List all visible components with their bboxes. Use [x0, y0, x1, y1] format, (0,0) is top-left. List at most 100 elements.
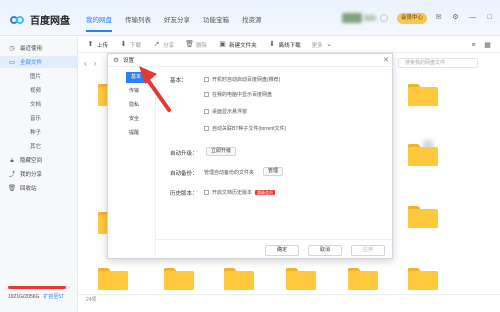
close-icon[interactable]: ✕: [383, 56, 389, 64]
settings-tab-transfer[interactable]: 传输: [124, 86, 154, 97]
folder-item[interactable]: [98, 268, 128, 290]
maximize-icon[interactable]: □: [485, 13, 494, 22]
username-blurred[interactable]: [364, 15, 376, 21]
folder-icon: ▭: [8, 58, 16, 66]
baidu-netdisk-window: 百度网盘 我的网盘 传输列表 好友分享 功能宝箱 找资源 会员中心 ✉ ⚙ — …: [0, 0, 500, 312]
mail-icon[interactable]: ✉: [434, 13, 443, 22]
sidebar-item-recycle-bin[interactable]: 🗑︎ 回收站: [0, 182, 78, 194]
sidebar-item-music[interactable]: 音乐: [0, 112, 78, 124]
sidebar-item-my-share[interactable]: ⤴ 我的分享: [0, 168, 78, 180]
item-count: 24项: [86, 297, 97, 303]
sidebar-item-label: 回收站: [20, 186, 37, 192]
more-button[interactable]: 更多 ⌄: [312, 40, 334, 49]
settings-icon[interactable]: ⚙: [451, 13, 460, 22]
option-floating-window[interactable]: 桌面显示悬浮窗: [204, 108, 247, 115]
expand-storage-link[interactable]: 扩容至5T: [43, 294, 64, 300]
new-folder-button[interactable]: ▣ 新建文件夹: [218, 40, 256, 49]
upload-label: 上传: [97, 42, 109, 49]
sort-icon[interactable]: ≡: [469, 41, 478, 50]
sidebar-item-label: 音乐: [30, 116, 42, 122]
folder-item[interactable]: [408, 144, 438, 166]
tab-transfer-list[interactable]: 传输列表: [125, 14, 151, 24]
main-nav: 我的网盘 传输列表 好友分享 功能宝箱 找资源: [86, 14, 262, 24]
sidebar-item-other[interactable]: 其它: [0, 140, 78, 152]
back-arrow-icon[interactable]: ‹: [84, 59, 87, 68]
option-history-version[interactable]: 开启文档历史版本 超级会员: [204, 189, 276, 196]
avatar[interactable]: [342, 13, 362, 23]
manage-backup-button[interactable]: 管理: [263, 167, 284, 176]
share-button[interactable]: ↗ 分享: [152, 40, 174, 49]
cancel-button[interactable]: 取消: [308, 245, 342, 256]
dialog-header: ⚙ 设置 ✕: [108, 54, 394, 67]
delete-button[interactable]: 🗑︎ 删除: [185, 40, 207, 49]
history-nav: ‹ ›: [84, 59, 96, 68]
settings-content: 基本： 开机时自动启动百度网盘(推荐) 在我的电脑中显示百度网盘 桌面显示悬浮窗…: [166, 70, 390, 240]
folder-item[interactable]: [164, 268, 194, 290]
share-icon: ⤴: [8, 170, 16, 178]
sidebar-item-images[interactable]: 图片: [0, 70, 78, 82]
checkbox[interactable]: [204, 126, 209, 131]
apply-button[interactable]: 应用: [351, 245, 385, 256]
chevron-down-icon: ⌄: [326, 41, 333, 48]
storage-usage-text: 1921G/2056G: [8, 294, 40, 300]
view-controls: ≡ ▦: [469, 41, 492, 50]
option-label: 桌面显示悬浮窗: [212, 109, 248, 115]
tab-friend-share[interactable]: 好友分享: [164, 14, 190, 24]
sidebar-item-docs[interactable]: 文档: [0, 98, 78, 110]
trash-icon: 🗑︎: [7, 184, 17, 192]
checkbox[interactable]: [204, 92, 209, 97]
sidebar-item-torrents[interactable]: 种子: [0, 126, 78, 138]
sidebar-item-label: 其它: [30, 144, 42, 150]
checkbox[interactable]: [204, 77, 209, 82]
history-version-title: 历史版本：: [170, 191, 198, 197]
search-input[interactable]: 搜索我的网盘文件: [398, 58, 478, 68]
ok-button[interactable]: 确定: [265, 245, 299, 256]
app-logo: 百度网盘: [10, 12, 70, 27]
tab-find-resources[interactable]: 找资源: [242, 14, 262, 24]
download-button[interactable]: ⬇ 下载: [119, 40, 141, 49]
settings-tab-privacy[interactable]: 隐私: [124, 100, 154, 111]
upload-button[interactable]: ⬆ 上传: [86, 40, 108, 49]
upgrade-now-button[interactable]: 立即升级: [206, 147, 237, 156]
forward-arrow-icon[interactable]: ›: [94, 59, 97, 68]
more-label: 更多: [311, 42, 323, 49]
sidebar-item-label: 文档: [30, 102, 42, 108]
vip-badge-icon[interactable]: [380, 14, 388, 22]
option-show-in-my-computer[interactable]: 在我的电脑中显示百度网盘: [204, 91, 272, 98]
grid-view-icon[interactable]: ▦: [483, 41, 492, 50]
tab-toolbox[interactable]: 功能宝箱: [203, 14, 229, 24]
sidebar-item-label: 视频: [30, 88, 42, 94]
settings-nav: 基本 传输 隐私 安全 提醒: [112, 70, 156, 256]
sidebar-item-videos[interactable]: 视频: [0, 84, 78, 96]
new-folder-icon: ▣: [219, 41, 226, 48]
folder-item[interactable]: [408, 206, 438, 228]
member-center-button[interactable]: 会员中心: [397, 13, 427, 24]
option-label: 在我的电脑中显示百度网盘: [212, 92, 273, 98]
option-bt-association[interactable]: 自动关联BT种子文件(torrent文件): [204, 125, 286, 132]
settings-dialog: ⚙ 设置 ✕ 基本 传输 隐私 安全 提醒 基本： 开机时自动启动百度网盘(推荐…: [107, 53, 394, 259]
folder-item[interactable]: [408, 268, 438, 290]
sidebar-item-recent[interactable]: ◷ 最近使用: [0, 42, 78, 54]
settings-tab-reminder[interactable]: 提醒: [124, 128, 154, 139]
tab-my-disk[interactable]: 我的网盘: [86, 14, 112, 24]
storage-usage-bar: [8, 286, 70, 289]
minimize-icon[interactable]: —: [468, 13, 477, 22]
sidebar-item-label: 隐藏空间: [20, 158, 43, 164]
folder-item[interactable]: [286, 268, 316, 290]
clock-icon: ◷: [9, 44, 15, 52]
sidebar-item-all-files[interactable]: ▭ 全部文件: [0, 56, 78, 68]
checkbox[interactable]: [204, 109, 209, 114]
offline-download-button[interactable]: ⬇ 离线下载: [268, 40, 300, 49]
settings-tab-security[interactable]: 安全: [124, 114, 154, 125]
vip-tag: 超级会员: [255, 190, 276, 195]
folder-item[interactable]: [408, 84, 438, 106]
delete-label: 删除: [196, 42, 208, 49]
lock-icon: 🔒︎: [10, 156, 14, 164]
folder-item[interactable]: [224, 268, 254, 290]
checkbox[interactable]: [204, 190, 209, 195]
folder-item[interactable]: [348, 268, 378, 290]
sidebar-item-hidden-space[interactable]: 🔒︎ 隐藏空间: [0, 154, 78, 166]
sidebar-item-label: 全部文件: [20, 60, 43, 66]
settings-tab-basic[interactable]: 基本: [126, 72, 148, 83]
option-autostart[interactable]: 开机时自动启动百度网盘(推荐): [204, 76, 280, 83]
